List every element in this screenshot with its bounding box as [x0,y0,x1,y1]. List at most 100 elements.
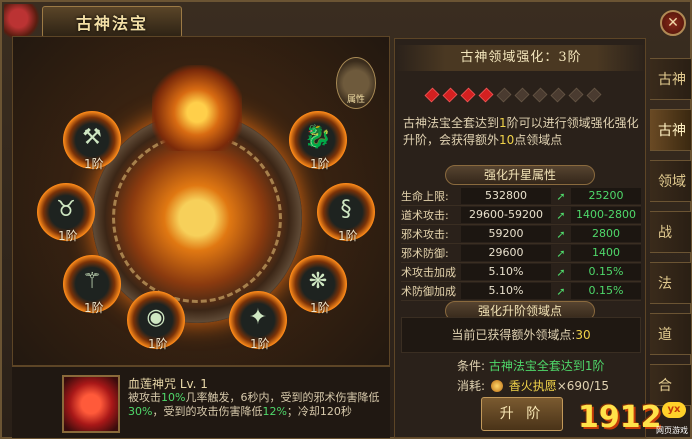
attribute-row: 术防御加成 5.10% ➚ 0.15% [401,282,641,301]
condition-label: 条件: [457,359,486,373]
attribute-emblem-button[interactable]: 属性 [336,57,376,109]
attribute-value: 532800 [461,188,551,204]
realm-points-text: 当前已获得额外领域点: [451,328,576,342]
upgrade-cost: 消耗: 香火执愿×690/15 [457,377,609,394]
attribute-increase: 1400-2800 [571,207,641,223]
realm-points-box: 当前已获得额外领域点:30 [401,317,641,353]
window-title-tab: 古神法宝 [42,6,182,38]
side-tab-3[interactable]: 领域 [650,160,692,202]
star-gem-icon [496,87,512,103]
close-icon: ✕ [667,15,679,31]
slot-level-label: 1阶 [148,337,168,351]
star-gem-icon [532,87,548,103]
dragon-ornament-icon [4,4,40,40]
attribute-name: 道术攻击: [401,209,449,222]
jade-dragon-icon: 🐉 [304,125,332,150]
attribute-increase: 25200 [571,188,641,204]
skill-desc-value: 30% [128,405,153,418]
attribute-row: 邪术攻击: 59200 ➚ 2800 [401,225,641,244]
realm-desc-text: 古神法宝全套达到 [403,116,500,130]
star-gem-icon [424,87,440,103]
upgrade-condition: 条件: 古神法宝全套达到1阶 [457,357,605,374]
incense-item-icon [490,380,503,392]
star-row [424,87,602,103]
slot-level-label: 1阶 [84,301,104,315]
skill-desc-value: 10% [161,391,186,404]
attribute-value: 59200 [461,226,551,242]
increase-arrow-icon: ➚ [556,246,566,260]
upgrade-button[interactable]: 升 阶 [481,397,563,431]
blood-lotus-skill-icon[interactable] [62,375,120,433]
attribute-value: 29600-59200 [461,207,551,223]
cost-label: 消耗: [457,379,486,393]
realm-panel: 古神领域强化：3阶 古神法宝全套达到1阶可以进行领域强化强化升阶，会获得额外10… [394,38,647,438]
attribute-increase: 0.15% [571,283,641,299]
logo-badge: yx [662,402,686,418]
fire-staff-icon: ⚚ [82,269,102,294]
realm-points-value: 30 [575,328,591,342]
star-gem-icon [514,87,530,103]
side-tab-4[interactable]: 战 [650,211,692,253]
claw-icon: ✦ [248,305,268,330]
increase-arrow-icon: ➚ [556,208,566,222]
side-tab-bar: 古神 古神 领域 战 法 道 合 [650,58,692,415]
skill-name: 血莲神咒 Lv. 1 [128,377,208,391]
close-button[interactable]: ✕ [660,10,686,36]
rune-ring [112,133,282,303]
attribute-row: 道术攻击: 29600-59200 ➚ 1400-2800 [401,206,641,225]
skill-panel: 血莲神咒 Lv. 1 被攻击10%几率触发，6秒内，受到的邪术伤害降低 30%，受… [12,366,390,438]
star-gem-icon [586,87,602,103]
increase-arrow-icon: ➚ [556,265,566,279]
slot-level-label: 1阶 [84,157,104,171]
star-attributes-header: 强化升星属性 [445,165,595,185]
artifact-panel: 属性 ⚒ 1阶 🐉 1阶 ♉ 1阶 § 1阶 ⚚ 1阶 ❋ 1阶 ◉ 1阶 ✦ … [12,36,390,366]
attribute-table: 生命上限: 532800 ➚ 25200 道术攻击: 29600-59200 ➚ 1400-… [401,187,641,301]
horned-beast-icon: ♉ [56,197,76,222]
cost-item-name: 香火执愿 [508,379,557,393]
star-gem-icon [460,87,476,103]
skill-desc-text: 几率触发，6秒内，受到的邪术伤害降低 [185,391,380,404]
attribute-name: 邪术攻击: [401,228,449,241]
orb-icon: ◉ [146,305,166,330]
increase-arrow-icon: ➚ [556,189,566,203]
slot-level-label: 1阶 [338,229,358,243]
attribute-name: 生命上限: [401,190,449,203]
attribute-value: 5.10% [461,283,551,299]
increase-arrow-icon: ➚ [556,227,566,241]
star-gem-icon [550,87,566,103]
increase-arrow-icon: ➚ [556,284,566,298]
star-gem-icon [568,87,584,103]
slot-level-label: 1阶 [250,337,270,351]
dragon-head-icon [152,65,242,151]
window-frame: 古神法宝 属性 ⚒ 1阶 🐉 1阶 ♉ 1阶 § 1阶 ⚚ 1阶 ❋ 1阶 ◉ … [0,0,692,439]
silver-dragon-icon: § [340,197,352,222]
attribute-value: 29600 [461,245,551,261]
skill-desc-text: ；冷却120秒 [286,405,352,418]
attribute-name: 术攻击加成 [401,266,456,279]
side-tab-6[interactable]: 道 [650,313,692,355]
attribute-name: 邪术防御: [401,247,449,260]
realm-description: 古神法宝全套达到1阶可以进行领域强化强化升阶，会获得额外10点领域点 [403,115,641,149]
side-tab-1[interactable]: 古神 [650,58,692,100]
realm-desc-value: 10 [499,133,515,147]
skill-description: 被攻击10%几率触发，6秒内，受到的邪术伤害降低 30%，受到的攻击伤害降低12%… [128,391,382,419]
phoenix-icon: ❋ [308,269,328,294]
star-gem-icon [442,87,458,103]
window-title: 古神法宝 [75,14,148,33]
realm-desc-text: 点领域点 [514,133,563,147]
side-tab-5[interactable]: 法 [650,262,692,304]
skill-desc-value: 12% [262,405,287,418]
skill-desc-text: ，受到的攻击伤害降低 [152,405,263,418]
slot-level-label: 1阶 [310,301,330,315]
attribute-increase: 1400 [571,245,641,261]
attribute-emblem-label: 属性 [346,95,365,105]
attribute-row: 生命上限: 532800 ➚ 25200 [401,187,641,206]
attribute-value: 5.10% [461,264,551,280]
attribute-name: 术防御加成 [401,285,456,298]
condition-text: 古神法宝全套达到1阶 [488,359,605,373]
logo-number: 1912 [578,400,662,435]
side-tab-2[interactable]: 古神 [650,109,692,151]
attribute-row: 术攻击加成 5.10% ➚ 0.15% [401,263,641,282]
axe-icon: ⚒ [82,125,102,150]
skill-desc-text: 被攻击 [128,391,161,404]
